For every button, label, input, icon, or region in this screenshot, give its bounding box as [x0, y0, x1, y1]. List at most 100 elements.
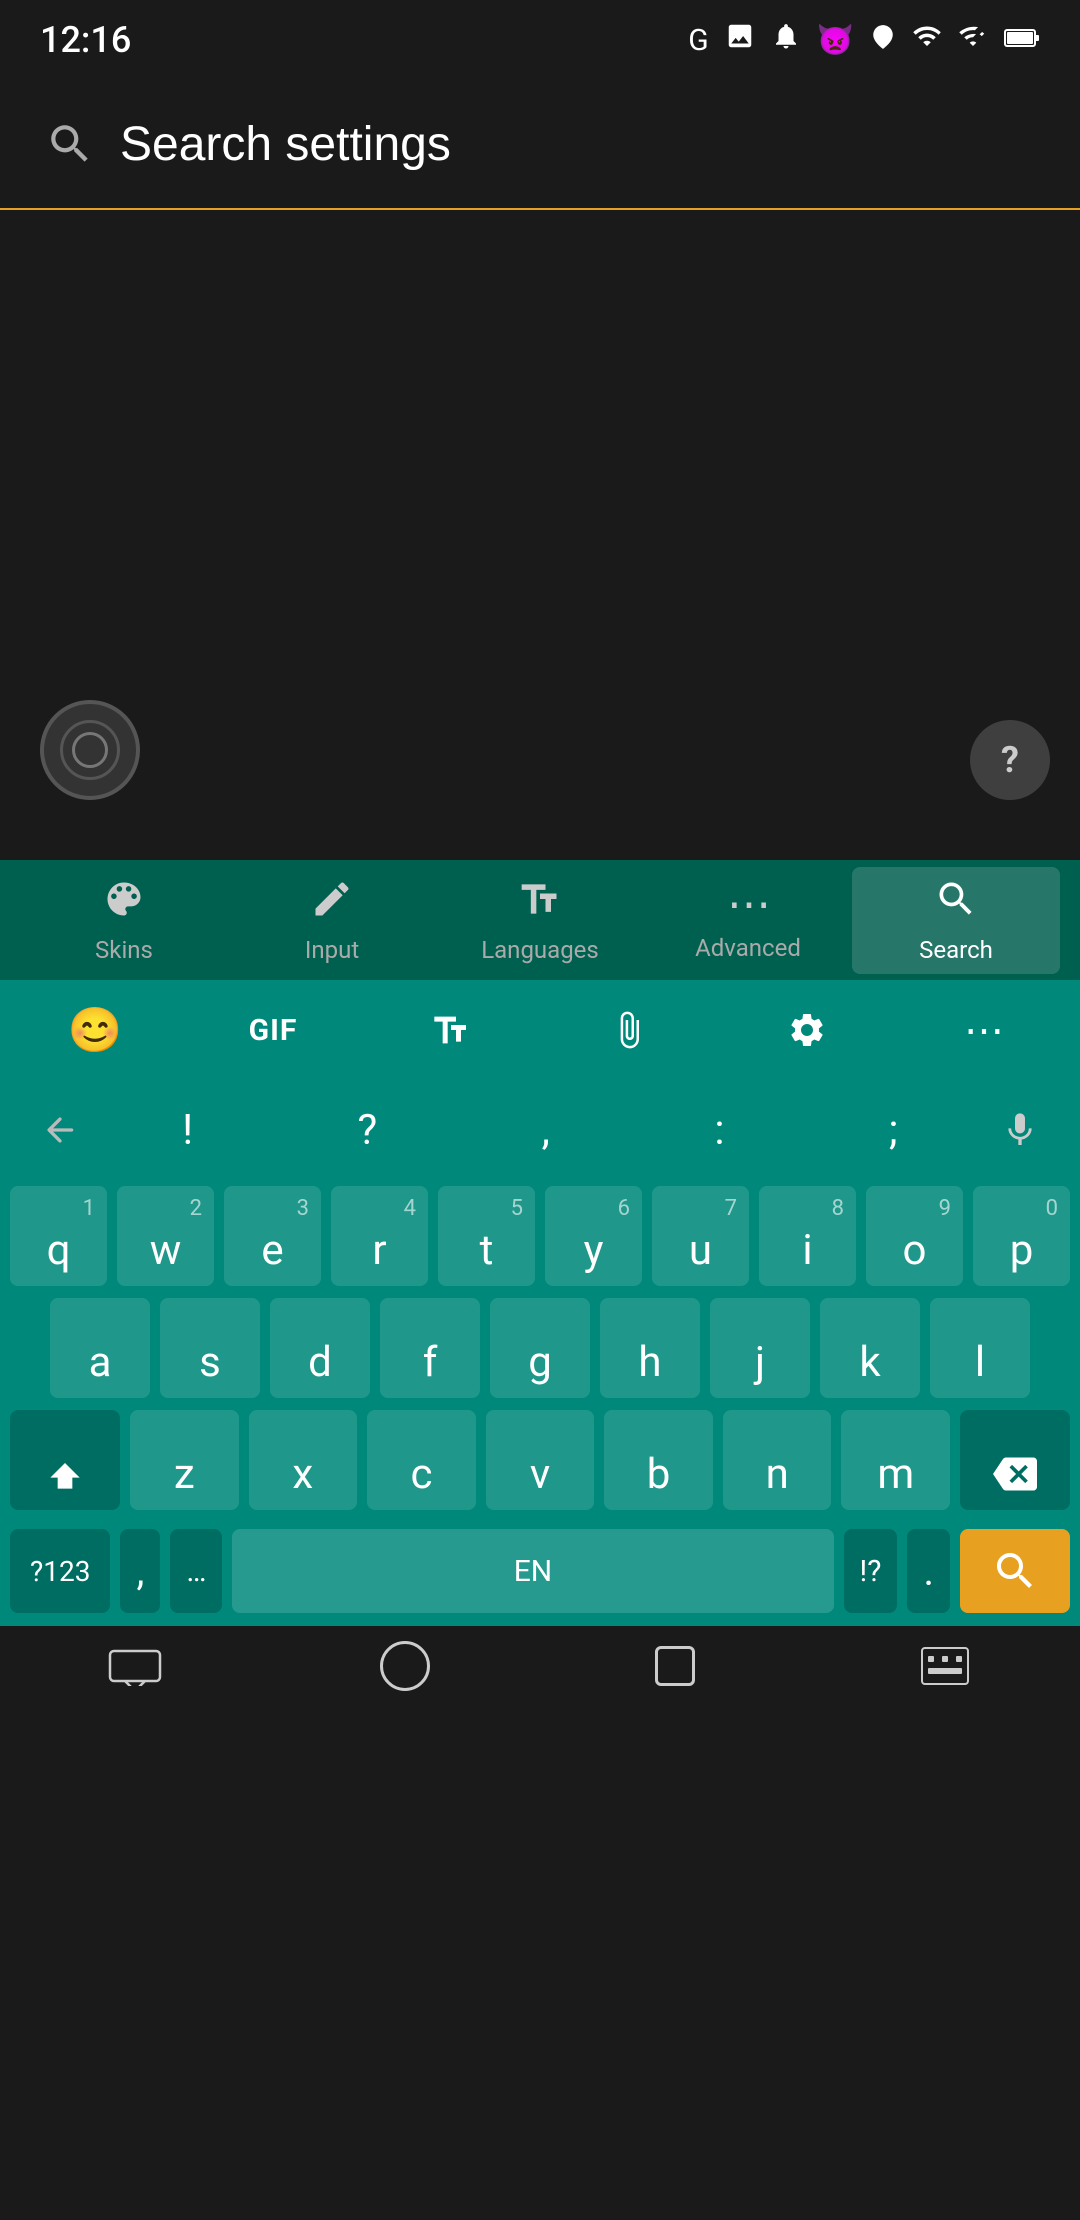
key-row-2: a s d f g h j k l — [0, 1292, 1080, 1404]
dots-key[interactable]: … — [170, 1529, 222, 1613]
toolbar-item-search[interactable]: Search — [852, 867, 1060, 974]
mic-key[interactable] — [980, 1093, 1060, 1167]
key-k[interactable]: k — [820, 1298, 920, 1398]
special-char-label: !? — [860, 1554, 882, 1589]
key-u[interactable]: 7u — [652, 1186, 749, 1286]
image-icon — [725, 21, 755, 59]
colon-key[interactable]: : — [704, 1096, 734, 1165]
wifi-icon — [912, 21, 942, 59]
help-icon: ? — [1001, 739, 1019, 781]
close-punct-key[interactable] — [20, 1093, 100, 1167]
search-input[interactable] — [120, 117, 1040, 172]
status-icons: G 👿 — [688, 21, 1040, 59]
status-bar: 12:16 G 👿 — [0, 0, 1080, 80]
key-t[interactable]: 5t — [438, 1186, 535, 1286]
key-l[interactable]: l — [930, 1298, 1030, 1398]
key-i[interactable]: 8i — [759, 1186, 856, 1286]
signal-icon — [958, 21, 988, 59]
num-sym-label: ?123 — [30, 1555, 90, 1588]
special-char-key[interactable]: !? — [844, 1529, 898, 1613]
keyboard-hide-button[interactable] — [75, 1636, 195, 1696]
key-h[interactable]: h — [600, 1298, 700, 1398]
key-z[interactable]: z — [130, 1410, 239, 1510]
toolbar-item-skins[interactable]: Skins — [20, 867, 228, 974]
exclamation-key[interactable]: ! — [172, 1096, 203, 1165]
content-area: ? — [0, 210, 1080, 860]
google-icon: G — [688, 23, 708, 58]
key-c[interactable]: c — [367, 1410, 476, 1510]
punct-items: ! ? , : ; — [100, 1096, 980, 1165]
search-tab-label: Search — [919, 936, 993, 964]
location-icon — [870, 23, 896, 58]
home-button[interactable] — [345, 1636, 465, 1696]
more-key[interactable]: ⋯ — [900, 993, 1070, 1067]
toolbar-item-advanced[interactable]: ⋯ Advanced — [644, 868, 852, 972]
keyboard-main: 1q 2w 3e 4r 5t 6y 7u 8i 9o 0p a s d f g … — [0, 1180, 1080, 1516]
shutter-inner — [60, 720, 120, 780]
input-icon — [310, 877, 354, 932]
comma-bottom-key[interactable]: , — [120, 1529, 160, 1613]
clip-key[interactable] — [544, 993, 714, 1067]
shift-key[interactable] — [10, 1410, 120, 1510]
emoji-key[interactable]: 😊 — [10, 993, 180, 1067]
key-d[interactable]: d — [270, 1298, 370, 1398]
keyboard-toolbar: Skins Input Languages ⋯ Advanced Search — [0, 860, 1080, 980]
gif-key[interactable]: GIF — [188, 993, 358, 1067]
key-o[interactable]: 9o — [866, 1186, 963, 1286]
semicolon-key[interactable]: ; — [879, 1096, 908, 1165]
recents-button[interactable] — [615, 1636, 735, 1696]
notification-icon — [771, 21, 801, 59]
toolbar-item-languages[interactable]: Languages — [436, 867, 644, 974]
dots-label: … — [186, 1554, 206, 1589]
advanced-label: Advanced — [695, 934, 801, 962]
key-r[interactable]: 4r — [331, 1186, 428, 1286]
key-w[interactable]: 2w — [117, 1186, 214, 1286]
toolbar-item-input[interactable]: Input — [228, 867, 436, 974]
key-a[interactable]: a — [50, 1298, 150, 1398]
search-bar-area — [0, 80, 1080, 210]
keyboard-switch-button[interactable] — [885, 1636, 1005, 1696]
camera-shutter-button[interactable] — [40, 700, 140, 800]
key-s[interactable]: s — [160, 1298, 260, 1398]
key-m[interactable]: m — [841, 1410, 950, 1510]
search-icon — [40, 114, 100, 174]
key-j[interactable]: j — [710, 1298, 810, 1398]
advanced-icon: ⋯ — [727, 878, 769, 930]
help-button[interactable]: ? — [970, 720, 1050, 800]
search-tab-icon — [934, 877, 978, 932]
keyboard-search-button[interactable] — [960, 1529, 1070, 1613]
recents-icon — [655, 1646, 695, 1686]
key-row-1: 1q 2w 3e 4r 5t 6y 7u 8i 9o 0p — [0, 1180, 1080, 1292]
key-b[interactable]: b — [604, 1410, 713, 1510]
battery-icon — [1004, 23, 1040, 58]
nav-bar — [0, 1626, 1080, 1716]
key-x[interactable]: x — [249, 1410, 358, 1510]
key-v[interactable]: v — [486, 1410, 595, 1510]
key-g[interactable]: g — [490, 1298, 590, 1398]
comma-bottom-label: , — [136, 1548, 144, 1595]
question-key[interactable]: ? — [347, 1096, 387, 1165]
font-key[interactable] — [366, 993, 536, 1067]
key-q[interactable]: 1q — [10, 1186, 107, 1286]
key-f[interactable]: f — [380, 1298, 480, 1398]
backspace-key[interactable] — [960, 1410, 1070, 1510]
dot-key[interactable]: . — [907, 1529, 950, 1613]
key-row-3: z x c v b n m — [0, 1404, 1080, 1516]
languages-label: Languages — [481, 936, 599, 964]
space-label: EN — [514, 1554, 552, 1589]
skins-icon — [102, 877, 146, 932]
input-label: Input — [305, 936, 359, 964]
status-time: 12:16 — [40, 19, 131, 61]
num-sym-key[interactable]: ?123 — [10, 1529, 110, 1613]
skins-label: Skins — [95, 936, 153, 964]
key-n[interactable]: n — [723, 1410, 832, 1510]
key-y[interactable]: 6y — [545, 1186, 642, 1286]
devil-icon: 👿 — [817, 23, 854, 58]
key-e[interactable]: 3e — [224, 1186, 321, 1286]
spacebar-key[interactable]: EN — [232, 1529, 833, 1613]
languages-icon — [518, 877, 562, 932]
settings-key[interactable] — [722, 993, 892, 1067]
key-p[interactable]: 0p — [973, 1186, 1070, 1286]
keyboard-punct-row: ! ? , : ; — [0, 1080, 1080, 1180]
comma-key[interactable]: , — [532, 1096, 560, 1165]
